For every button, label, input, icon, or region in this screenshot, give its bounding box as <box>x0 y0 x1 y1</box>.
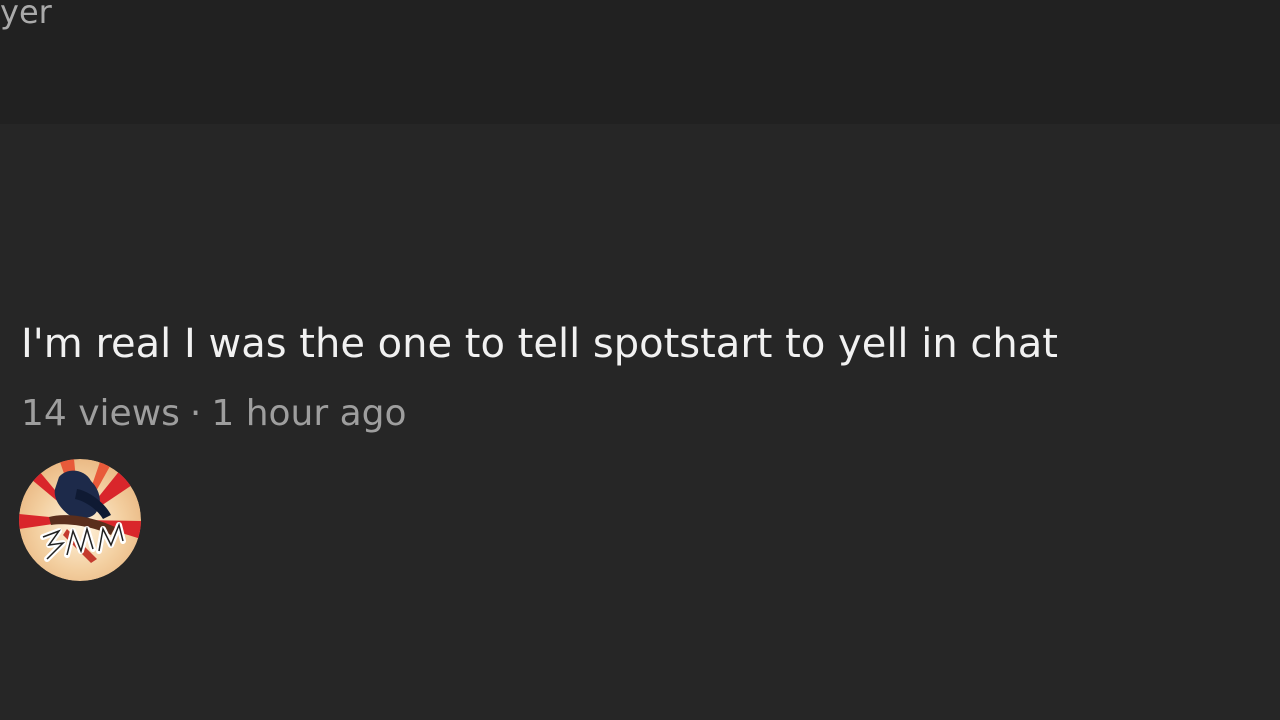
video-meta: 14 views · 1 hour ago <box>21 392 407 436</box>
video-title[interactable]: I'm real I was the one to tell spotstart… <box>21 320 1058 368</box>
video-info-panel: I'm real I was the one to tell spotstart… <box>0 124 1280 720</box>
upload-time: 1 hour ago <box>211 393 407 434</box>
meta-separator: · <box>189 393 202 434</box>
view-count: 14 views <box>21 393 180 434</box>
top-bar: yer <box>0 0 1280 124</box>
channel-avatar[interactable] <box>19 459 141 581</box>
channel-avatar-art-icon <box>19 459 141 581</box>
top-text-fragment: yer <box>0 0 52 31</box>
